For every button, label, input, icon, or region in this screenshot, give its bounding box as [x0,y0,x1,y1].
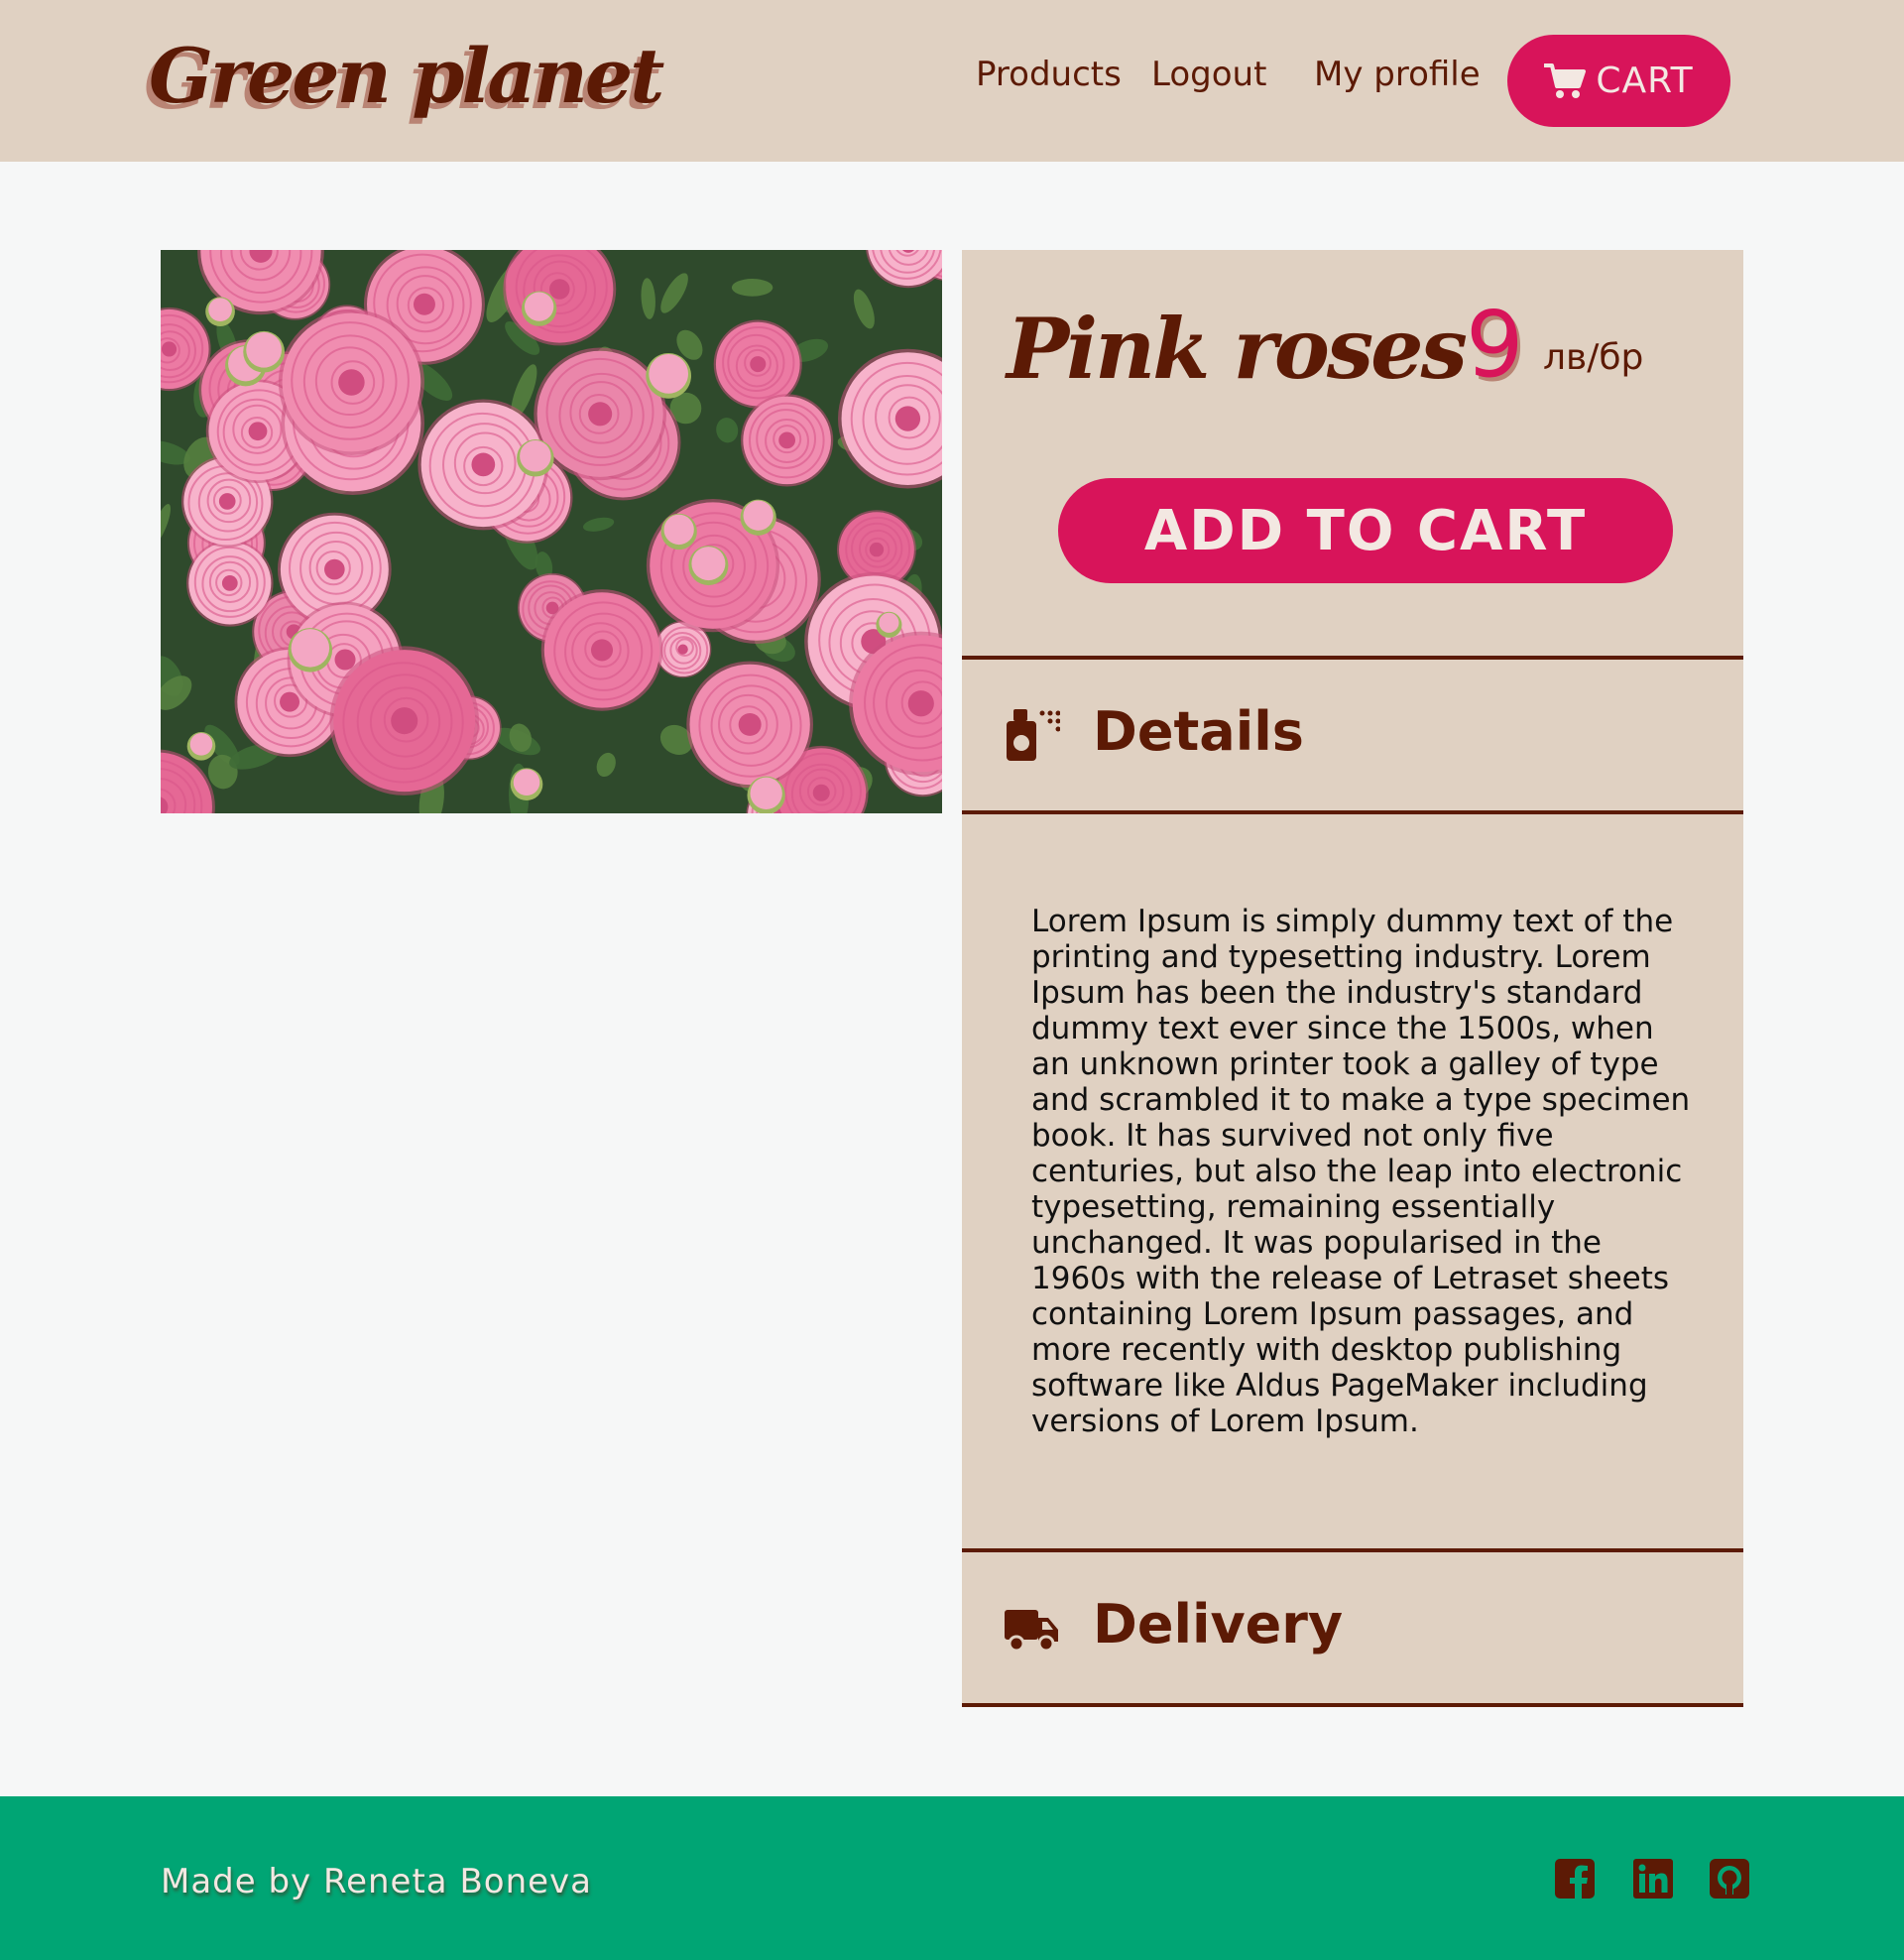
product-image [161,250,942,813]
linkedin-icon[interactable] [1633,1859,1673,1899]
product-name: Pink roses [1007,300,1468,398]
pink-roses-photo [161,250,942,813]
nav-logout-link[interactable]: Logout [1151,55,1266,94]
product-price: 9 [1466,292,1524,398]
cart-button[interactable]: CART [1507,35,1730,127]
nav-products-link[interactable]: Products [976,55,1122,94]
site-footer: Made by Reneta Boneva [0,1796,1904,1960]
product-description: Lorem Ipsum is simply dummy text of the … [1031,904,1691,1439]
details-accordion-header[interactable]: Details [962,660,1743,810]
delivery-accordion-header[interactable]: Delivery [962,1552,1743,1703]
site-logo[interactable]: Green planet [149,32,664,120]
github-icon[interactable] [1710,1859,1749,1899]
product-info-panel: Pink roses 9 лв/бр ADD TO CART Details L… [962,250,1743,1707]
divider [962,1703,1743,1707]
spray-bottle-icon [1007,709,1060,761]
shopping-cart-icon [1544,62,1587,98]
truck-icon [1005,1610,1058,1652]
delivery-title: Delivery [1093,1593,1344,1655]
site-header: Green planet Products Logout My profile … [0,0,1904,162]
cart-button-label: CART [1596,61,1694,101]
price-unit: лв/бр [1543,337,1644,378]
add-to-cart-button[interactable]: ADD TO CART [1058,478,1673,583]
details-title: Details [1093,700,1304,763]
nav-my-profile-link[interactable]: My profile [1314,55,1481,94]
facebook-icon[interactable] [1555,1859,1595,1899]
details-content: Lorem Ipsum is simply dummy text of the … [962,814,1743,1548]
footer-credit: Made by Reneta Boneva [161,1862,592,1901]
